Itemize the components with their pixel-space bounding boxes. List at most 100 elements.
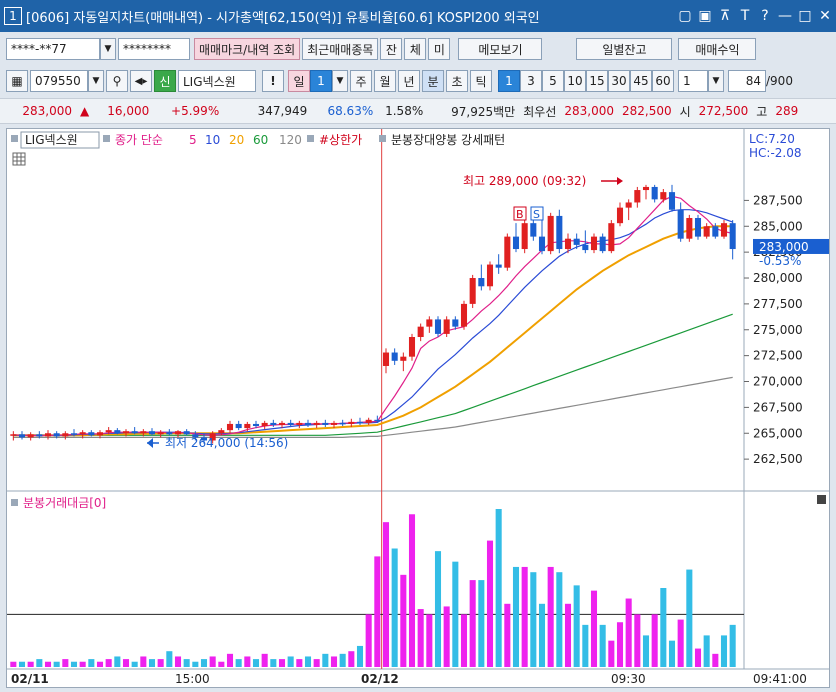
candle-body [70,433,78,435]
volume-bar [44,661,52,667]
minute-10-button[interactable]: 10 [564,70,586,92]
legend-ma10: 10 [205,133,220,147]
volume-bar [443,606,450,667]
price-tick-label: 272,500 [753,349,803,363]
interval-field[interactable]: 1 [678,70,708,92]
volume-bar [608,640,615,667]
daily-balance-button[interactable]: 일별잔고 [576,38,673,60]
search-icon[interactable]: ⚲ [106,70,128,92]
minute-3-button[interactable]: 3 [520,70,542,92]
minute-45-button[interactable]: 45 [630,70,652,92]
layout-icon[interactable]: ▢ [678,8,692,24]
interval-dropdown[interactable]: ▼ [708,70,724,92]
stock-code-field[interactable]: 079550 [30,70,88,92]
minute-5-button[interactable]: 5 [542,70,564,92]
candle-body [174,431,182,435]
candle-body [504,236,511,268]
maximize-icon[interactable]: □ [798,8,812,24]
candle-body [140,431,147,434]
volume-bar [88,659,95,667]
period-year-button[interactable]: 년 [398,70,420,92]
candle-body [426,319,433,327]
candle-body [512,236,520,250]
count-total: /900 [766,74,793,88]
candle-body [157,432,164,435]
chart-panel[interactable]: 287,500285,000282,500280,000277,500275,0… [6,128,830,688]
trade-mark-button[interactable]: 매매마크/내역 조회 [194,38,301,60]
candle-body [434,319,442,334]
memo-button[interactable]: 메모보기 [458,38,543,60]
day-count-button[interactable]: 1 [310,70,332,92]
period-week-button[interactable]: 주 [350,70,372,92]
minute-15-button[interactable]: 15 [586,70,608,92]
period-month-button[interactable]: 월 [374,70,396,92]
ma-line-120 [13,376,733,438]
info-button[interactable]: ! [262,70,284,92]
best-quote-label: 최우선 [523,104,557,119]
best-ask: 283,000 [564,104,614,118]
period-second-button[interactable]: 초 [446,70,468,92]
close-icon[interactable]: ✕ [818,8,832,24]
candle-body [530,223,537,237]
price-volume-chart[interactable]: 287,500285,000282,500280,000277,500275,0… [7,129,829,687]
period-tick-button[interactable]: 틱 [470,70,492,92]
stock-toolbar: ▦ 079550 ▼ ⚲ ◀▸ 신 LIG넥스원 ! 일 1 ▼ 주 월 년 분… [0,66,836,96]
x-label-0: 02/11 [11,672,49,686]
minute-60-button[interactable]: 60 [652,70,674,92]
account-dropdown[interactable]: ▼ [100,38,116,60]
candle-body [460,303,468,327]
balance-button[interactable]: 잔 [380,38,403,60]
panel-close-icon[interactable] [817,495,826,504]
password-field[interactable]: ******** [118,38,190,60]
legend-stock-name: LIG넥스원 [25,133,78,147]
candle-body [79,432,86,435]
volume-bar [512,566,520,667]
high-label: 고 [756,104,768,119]
x-label-3: 09:30 [611,672,646,686]
trade-profit-button[interactable]: 매매수익 [678,38,757,60]
volume-bar [36,659,43,667]
hc-label: HC:-2.08 [749,146,802,160]
volume-bar [18,661,26,667]
help-icon[interactable]: ? [758,8,772,24]
code-dropdown[interactable]: ▼ [88,70,104,92]
candle-body [53,433,60,437]
price-tick-label: 280,000 [753,271,803,285]
candle-body [564,238,572,250]
recent-trades-button[interactable]: 최근매매종목 [302,38,379,60]
daily-button[interactable]: 일 [288,70,310,92]
day-count-dropdown[interactable]: ▼ [332,70,348,92]
font-icon[interactable]: T [738,8,752,24]
volume-bar [365,614,372,667]
count-field[interactable]: 84 [728,70,766,92]
lc-label: LC:7.20 [749,132,795,146]
minute-1-button[interactable]: 1 [498,70,520,92]
minute-30-button[interactable]: 30 [608,70,630,92]
candle-body [304,422,312,425]
volume-bar [486,540,494,667]
layout-icon[interactable]: ▦ [6,70,28,92]
executed-button[interactable]: 체 [404,38,427,60]
candle-body [720,223,728,237]
volume-bar [668,640,676,667]
unfilled-button[interactable]: 미 [428,38,451,60]
change-up-icon: ▲ [80,104,90,118]
link-icon[interactable]: ▣ [698,8,712,24]
grid-icon[interactable] [12,152,26,166]
stock-name-field[interactable]: LIG넥스원 [178,70,256,92]
pin-icon[interactable]: ⊼ [718,8,732,24]
x-label-4: 09:41:00 [753,672,807,686]
volume-bar [278,659,286,667]
ma-line-10 [13,209,733,436]
minimize-icon[interactable]: — [778,8,792,24]
candle-body [547,215,554,252]
legend-marker [11,499,18,506]
account-field[interactable]: ****-**77 [6,38,100,60]
period-minute-button[interactable]: 분 [422,70,444,92]
candle-body [443,319,450,334]
candle-body [226,423,234,431]
low-annotation: 최저 264,000 (14:56) [165,436,288,450]
legend-marker [103,135,110,142]
volume-bar [564,603,572,667]
speaker-icon[interactable]: ◀▸ [130,70,152,92]
